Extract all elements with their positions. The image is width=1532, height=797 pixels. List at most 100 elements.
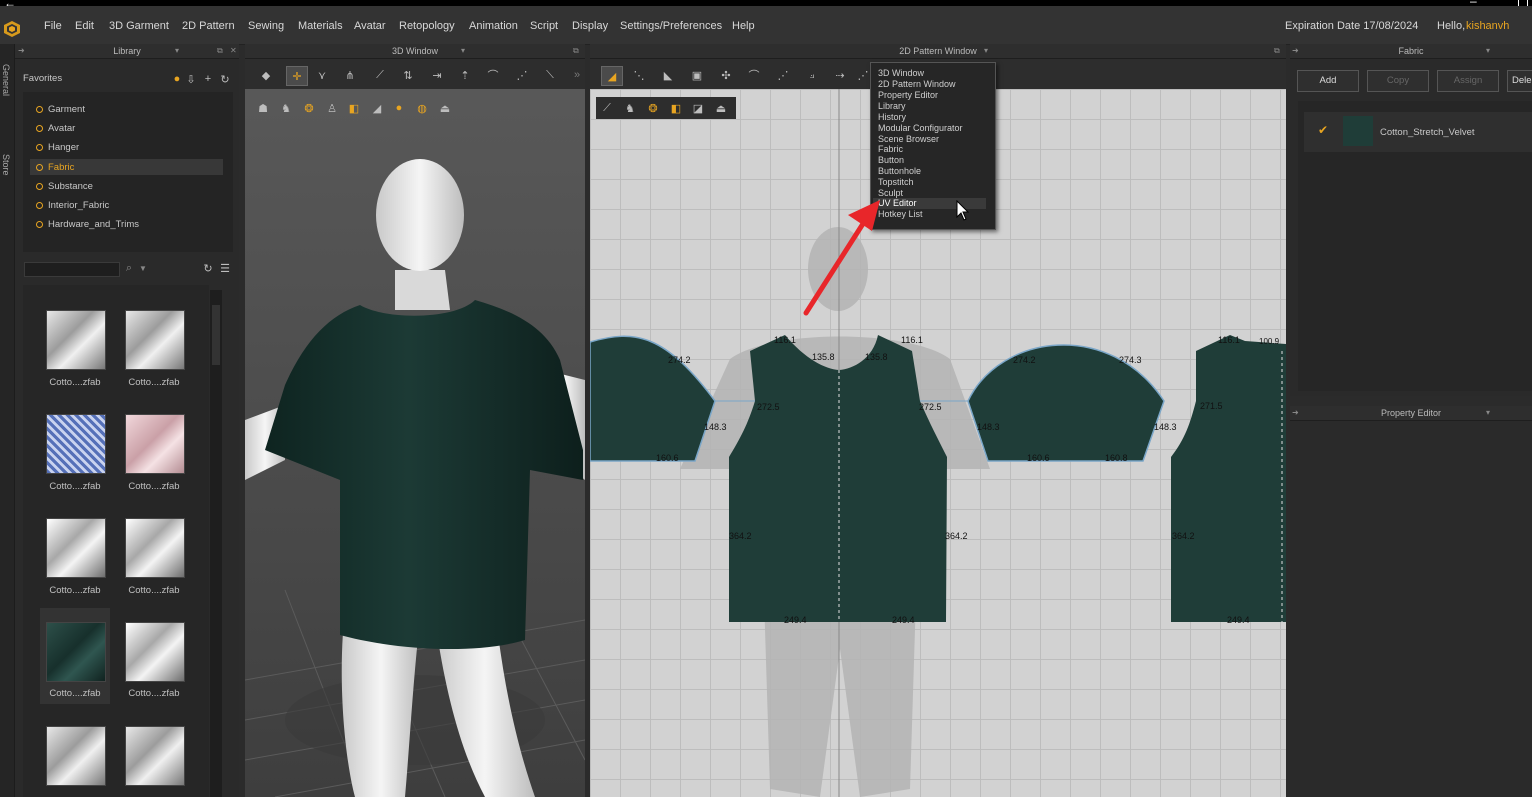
favorite-item[interactable]: Avatar	[36, 123, 75, 134]
garment-display-icon[interactable]: ♞	[278, 100, 294, 116]
shading-icon[interactable]: ◢	[369, 100, 385, 116]
sewing-tool-icon[interactable]: ⌒	[485, 67, 501, 83]
undock-icon[interactable]: ⧉	[573, 44, 579, 58]
search-icon[interactable]: ⌕	[123, 262, 135, 274]
dropdown-item[interactable]: Modular Configurator	[878, 123, 963, 133]
edit-pattern-icon[interactable]: ⋱	[631, 67, 647, 83]
globe-icon[interactable]: ◍	[414, 100, 430, 116]
pin-icon[interactable]: ➜	[1292, 44, 1299, 58]
scrollbar[interactable]	[210, 290, 222, 797]
chevron-down-icon[interactable]: ▼	[138, 262, 148, 274]
measure-tool-icon[interactable]: ⇥	[429, 67, 445, 83]
menu-settings[interactable]: Settings/Preferences	[620, 20, 722, 32]
library-search-input[interactable]	[24, 262, 120, 277]
avatar-show-icon[interactable]: ♙	[324, 100, 340, 116]
fabric-thumbnail[interactable]	[125, 726, 185, 786]
pin-icon[interactable]: ➜	[1292, 406, 1299, 420]
dropdown-item[interactable]: Fabric	[878, 144, 903, 154]
favorite-item[interactable]: Garment	[36, 104, 85, 115]
arrange-tool-icon[interactable]: ⇡	[457, 67, 473, 83]
menu-sewing[interactable]: Sewing	[248, 20, 284, 32]
menu-edit[interactable]: Edit	[75, 20, 94, 32]
avatar-display-icon[interactable]: ☗	[255, 100, 271, 116]
polygon-icon[interactable]: ◣	[660, 67, 676, 83]
texture-display-icon[interactable]: ❂	[301, 100, 317, 116]
internal-line-icon[interactable]: ✣	[718, 67, 734, 83]
transform-pattern-icon[interactable]: ◢	[601, 66, 623, 86]
trace-icon[interactable]: ⟓	[804, 67, 820, 83]
move-tool-icon[interactable]: ✛	[286, 66, 308, 86]
undock-icon[interactable]: ⧉	[1274, 44, 1280, 58]
skin-icon[interactable]: ●	[391, 100, 407, 116]
menu-animation[interactable]: Animation	[469, 20, 518, 32]
dropdown-item[interactable]: Property Editor	[878, 90, 938, 100]
copy-button[interactable]: Copy	[1367, 70, 1429, 92]
fold-tool-icon[interactable]: ⋎	[314, 67, 330, 83]
fabric-thumbnail[interactable]	[46, 518, 106, 578]
more-tools-icon[interactable]: »	[572, 67, 582, 83]
import-icon[interactable]: ⇩	[185, 73, 197, 86]
pin-tool-icon[interactable]: ⟋	[372, 67, 388, 83]
fabric-thumbnail[interactable]	[125, 622, 185, 682]
dropdown-item[interactable]: Library	[878, 101, 906, 111]
refresh-icon[interactable]: ↻	[202, 262, 214, 275]
favorite-item[interactable]: Hanger	[36, 142, 79, 153]
chevron-down-icon[interactable]: ▾	[1486, 406, 1490, 420]
dropdown-item[interactable]: Topstitch	[878, 177, 914, 187]
pin-icon[interactable]: ➜	[18, 44, 25, 58]
chevron-down-icon[interactable]: ▾	[984, 44, 988, 58]
add-icon[interactable]: +	[202, 73, 214, 85]
fabric-thumbnail[interactable]	[46, 310, 106, 370]
menu-2d-pattern[interactable]: 2D Pattern	[182, 20, 235, 32]
menu-help[interactable]: Help	[732, 20, 755, 32]
menu-file[interactable]: File	[44, 20, 62, 32]
fabric-display-icon[interactable]: ◧	[346, 100, 362, 116]
dart-icon[interactable]: ⋰	[775, 67, 791, 83]
add-button[interactable]: Add	[1297, 70, 1359, 92]
dropdown-item[interactable]: Button	[878, 155, 904, 165]
delete-button[interactable]: Dele	[1507, 70, 1532, 92]
tack-tool-icon[interactable]: ⋔	[342, 67, 358, 83]
chevron-down-icon[interactable]: ▾	[461, 44, 465, 58]
more-tools-icon[interactable]: ⋰	[857, 67, 869, 83]
segment-icon[interactable]: ⇢	[832, 67, 848, 83]
username[interactable]: kishanvh	[1466, 20, 1509, 32]
tab-store[interactable]: Store	[1, 154, 11, 176]
menu-display[interactable]: Display	[572, 20, 608, 32]
strap-tool-icon[interactable]: ⟍	[542, 67, 558, 83]
menu-retopology[interactable]: Retopology	[399, 20, 455, 32]
select-mesh-icon[interactable]: ◆	[258, 67, 274, 83]
fabric-thumbnail[interactable]	[46, 414, 106, 474]
menu-materials[interactable]: Materials	[298, 20, 343, 32]
refresh-icon[interactable]: ↻	[219, 73, 231, 86]
garment-tool-icon[interactable]: ⇅	[400, 67, 416, 83]
dropdown-item[interactable]: History	[878, 112, 906, 122]
favorite-item-selected[interactable]: Fabric	[36, 162, 74, 173]
fabric-thumbnail[interactable]	[46, 726, 106, 786]
fabric-thumbnail[interactable]	[125, 310, 185, 370]
undock-icon[interactable]: ⧉	[217, 44, 223, 58]
menu-3d-garment[interactable]: 3D Garment	[109, 20, 169, 32]
export-icon[interactable]: ⏏	[437, 100, 453, 116]
favorite-item[interactable]: Interior_Fabric	[36, 200, 109, 211]
curve-icon[interactable]: ⌒	[746, 67, 762, 83]
fabric-thumbnail[interactable]	[125, 414, 185, 474]
chevron-down-icon[interactable]: ▾	[175, 44, 179, 58]
assign-button[interactable]: Assign	[1437, 70, 1499, 92]
favorite-item[interactable]: Hardware_and_Trims	[36, 219, 139, 230]
favorite-item[interactable]: Substance	[36, 181, 93, 192]
dropdown-item[interactable]: Scene Browser	[878, 134, 939, 144]
fabric-thumbnail-selected[interactable]	[46, 622, 106, 682]
menu-avatar[interactable]: Avatar	[354, 20, 386, 32]
dropdown-item[interactable]: 2D Pattern Window	[878, 79, 956, 89]
list-view-icon[interactable]: ☰	[219, 262, 231, 275]
chevron-down-icon[interactable]: ▾	[1486, 44, 1490, 58]
tab-general[interactable]: General	[1, 64, 11, 96]
favorite-icon[interactable]: ●	[171, 73, 183, 85]
close-icon[interactable]: ✕	[230, 44, 237, 58]
rectangle-icon[interactable]: ▣	[689, 67, 705, 83]
menu-script[interactable]: Script	[530, 20, 558, 32]
fabric-thumbnail[interactable]	[125, 518, 185, 578]
dropdown-item[interactable]: Buttonhole	[878, 166, 921, 176]
dropdown-item[interactable]: 3D Window	[878, 68, 924, 78]
